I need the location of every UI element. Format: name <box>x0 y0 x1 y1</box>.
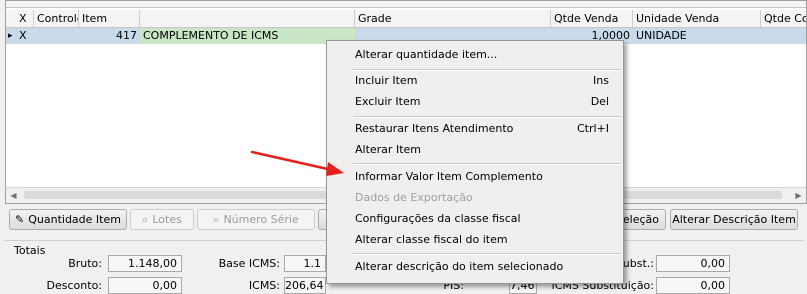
menu-item-label: Dados de Exportação <box>355 191 473 204</box>
column-header-item[interactable]: Item <box>79 10 140 27</box>
menu-item-informar-valor-complemento[interactable]: Informar Valor Item Complemento <box>327 166 623 187</box>
menu-separator <box>353 253 621 255</box>
edit-icon: ✎ <box>15 213 25 226</box>
menu-item-shortcut: Ctrl+I <box>576 122 609 135</box>
menu-item-dados-exportacao[interactable]: Dados de Exportação <box>327 187 623 208</box>
lotes-button[interactable]: ⌕ Lotes <box>130 209 194 230</box>
menu-item-excluir-item[interactable]: Excluir Item Del <box>327 91 623 112</box>
column-header-description[interactable] <box>140 10 355 27</box>
menu-item-alterar-item[interactable]: Alterar Item <box>327 139 623 160</box>
menu-item-label: Informar Valor Item Complemento <box>355 170 543 183</box>
selecao-label: eleção <box>622 213 659 226</box>
alterar-descricao-label: Alterar Descrição Item <box>672 213 796 226</box>
bruto-label: Bruto: <box>68 257 102 270</box>
cell-description[interactable]: COMPLEMENTO DE ICMS <box>140 28 355 44</box>
cell-controle[interactable] <box>34 28 79 44</box>
menu-separator <box>353 163 621 165</box>
quantidade-item-label: Quantidade Item <box>28 213 121 226</box>
menu-item-label: Incluir Item <box>355 74 418 87</box>
menu-item-label: Configurações da classe fiscal <box>355 212 521 225</box>
grid-header: X Controle Item Grade Qtde Venda Unidade… <box>6 10 806 28</box>
search-icon: ⌕ <box>213 213 220 226</box>
menu-item-label: Alterar quantidade item... <box>355 48 498 61</box>
menu-item-shortcut: Del <box>590 95 609 108</box>
column-header-grade[interactable]: Grade <box>355 10 551 27</box>
scroll-left-icon[interactable]: ◀ <box>6 188 21 203</box>
cell-x[interactable]: X <box>16 28 34 44</box>
numero-serie-button[interactable]: ⌕ Número Série <box>197 209 315 230</box>
grid-top-edge <box>6 1 806 8</box>
menu-item-configuracoes-classe-fiscal[interactable]: Configurações da classe fiscal <box>327 208 623 229</box>
numero-serie-label: Número Série <box>223 213 299 226</box>
column-header-qtde-co[interactable]: Qtde Co <box>761 10 806 27</box>
cell-qtde-co[interactable] <box>761 28 806 44</box>
menu-item-label: Alterar Item <box>355 143 421 156</box>
search-icon: ⌕ <box>142 213 149 226</box>
scroll-right-icon[interactable]: ▶ <box>791 188 806 203</box>
cell-item[interactable]: 417 <box>79 28 140 44</box>
menu-item-label: Alterar descrição do item selecionado <box>355 260 564 273</box>
context-menu: Alterar quantidade item... Incluir Item I… <box>326 40 624 284</box>
menu-item-restaurar-itens[interactable]: Restaurar Itens Atendimento Ctrl+I <box>327 118 623 139</box>
row-indicator: ▸ <box>8 31 13 41</box>
column-header-controle[interactable]: Controle <box>34 10 79 27</box>
menu-item-incluir-item[interactable]: Incluir Item Ins <box>327 70 623 91</box>
column-header-unidade-venda[interactable]: Unidade Venda <box>633 10 761 27</box>
alterar-descricao-item-button[interactable]: Alterar Descrição Item <box>670 209 798 230</box>
menu-item-alterar-quantidade[interactable]: Alterar quantidade item... <box>327 44 623 65</box>
menu-item-label: Restaurar Itens Atendimento <box>355 122 514 135</box>
quantidade-item-button[interactable]: ✎ Quantidade Item <box>9 209 127 230</box>
subst-label: ubst.: <box>622 257 654 270</box>
subst-field: 0,00 <box>656 255 730 272</box>
menu-item-alterar-classe-fiscal[interactable]: Alterar classe fiscal do item <box>327 229 623 250</box>
menu-item-label: Alterar classe fiscal do item <box>355 233 508 246</box>
cell-unidade-venda[interactable]: UNIDADE <box>633 28 761 44</box>
menu-item-label: Excluir Item <box>355 95 421 108</box>
lotes-label: Lotes <box>152 213 182 226</box>
menu-item-alterar-descricao-selecionado[interactable]: Alterar descrição do item selecionado <box>327 256 623 277</box>
base-icms-field: 1.1 <box>284 255 326 272</box>
column-header-x[interactable]: X <box>16 10 34 27</box>
column-header-qtde-venda[interactable]: Qtde Venda <box>551 10 633 27</box>
menu-item-shortcut: Ins <box>593 74 609 87</box>
bruto-field: 1.148,00 <box>108 255 182 272</box>
base-icms-label: Base ICMS: <box>218 257 280 270</box>
